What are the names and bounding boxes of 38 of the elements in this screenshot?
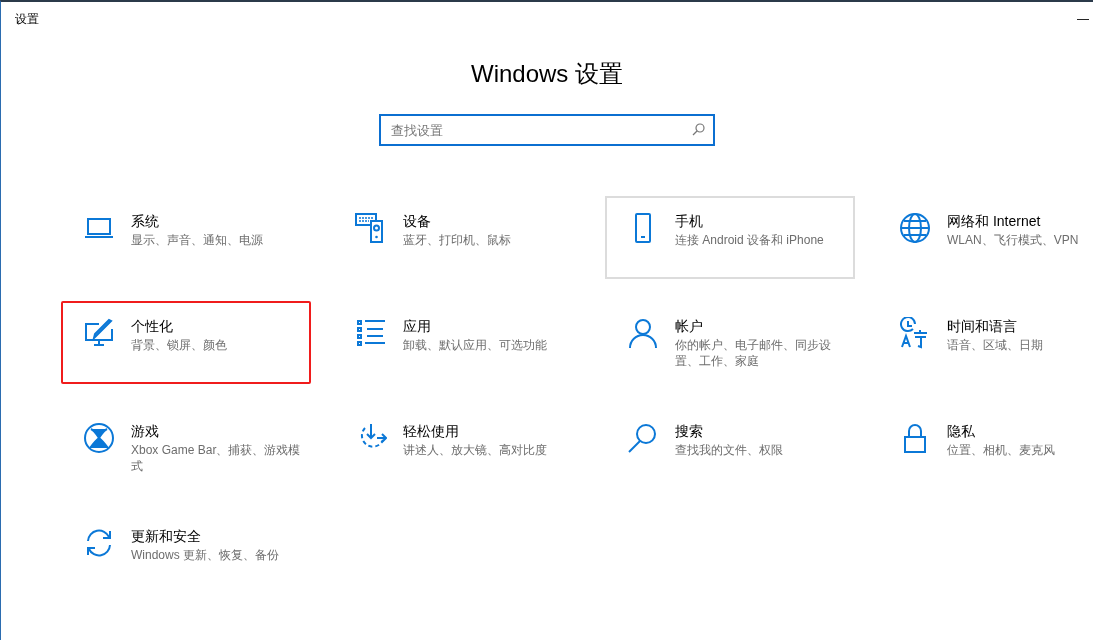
tile-description: 显示、声音、通知、电源 [131,232,263,248]
app-list-icon [355,317,387,349]
search-field[interactable]: 查找设置 [379,114,715,146]
tile-title: 设备 [403,212,432,230]
monitor-brush-icon [83,317,115,349]
tile-title: 帐户 [675,317,704,335]
page-heading: Windows 设置 [471,59,623,89]
tile-description: Windows 更新、恢复、备份 [131,547,279,563]
tile-description: 背景、锁屏、颜色 [131,337,227,353]
tile-description: Xbox Game Bar、捕获、游戏模式 [131,442,301,474]
window-title: 设置 [15,11,39,28]
settings-tile[interactable]: 手机 连接 Android 设备和 iPhone [605,196,855,279]
tile-title: 系统 [131,212,160,230]
tile-title: 游戏 [131,422,160,440]
tile-title: 手机 [675,212,704,230]
tile-title: 网络和 Internet [947,212,1042,230]
person-icon [627,317,659,349]
search-icon [692,123,705,136]
tile-description: 讲述人、放大镜、高对比度 [403,442,547,458]
magnifier-icon [627,422,659,454]
tile-description: 连接 Android 设备和 iPhone [675,232,824,248]
tile-description: WLAN、飞行模式、VPN [947,232,1079,248]
tile-description: 卸载、默认应用、可选功能 [403,337,547,353]
tile-title: 隐私 [947,422,976,440]
minimize-button[interactable]: — [1073,10,1093,28]
globe-icon [899,212,931,244]
settings-tile[interactable]: 个性化 背景、锁屏、颜色 [61,301,311,384]
tile-description: 位置、相机、麦克风 [947,442,1055,458]
tile-title: 时间和语言 [947,317,1018,335]
tile-title: 搜索 [675,422,704,440]
tile-title: 轻松使用 [403,422,460,440]
tile-description: 查找我的文件、权限 [675,442,783,458]
tile-description: 语音、区域、日期 [947,337,1043,353]
tile-description: 蓝牙、打印机、鼠标 [403,232,511,248]
tile-title: 个性化 [131,317,174,335]
tile-title: 更新和安全 [131,527,202,545]
tile-description: 你的帐户、电子邮件、同步设置、工作、家庭 [675,337,832,369]
tile-title: 应用 [403,317,432,335]
